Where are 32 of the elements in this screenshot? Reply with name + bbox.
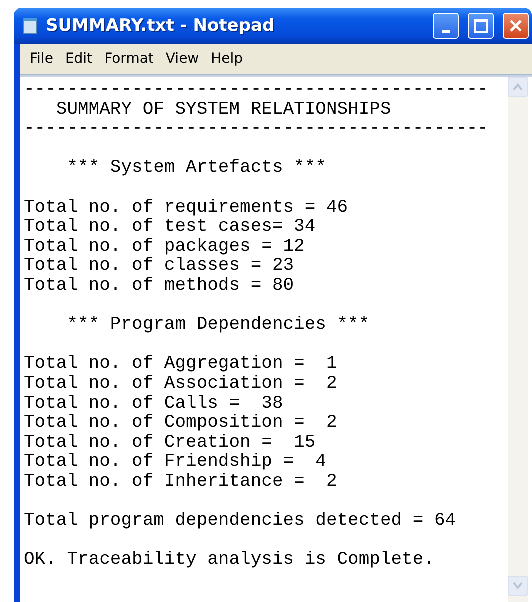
text-line: Total no. of test cases= 34 [24, 218, 317, 238]
text-line: Total no. of Composition = 2 [24, 414, 338, 434]
text-line: Total no. of requirements = 46 [24, 196, 350, 218]
text-line: Total no. of methods = 80 [24, 276, 296, 297]
text-line: Total no. of Calls = 38 [24, 394, 284, 414]
menu-item[interactable]: Help [205, 51, 250, 67]
text-line: Total no. of Association = 2 [24, 374, 338, 394]
text-line: OK. Traceability analysis is Complete. [24, 549, 436, 571]
menu-item[interactable]: File [24, 51, 60, 67]
menu-item[interactable]: Edit [59, 51, 99, 67]
text-line: ------------------------------------------- [24, 120, 490, 140]
text-line: Total no. of Friendship = 4 [24, 453, 328, 473]
menu-item[interactable]: Format [98, 51, 160, 67]
text-line: Total no. of classes = 23 [24, 257, 296, 277]
close-button[interactable] [503, 13, 529, 39]
window-title: SUMMARY.txt - Notepad [46, 16, 276, 36]
text-line: *** System Artefacts *** [66, 157, 328, 179]
maximize-button[interactable] [468, 13, 494, 39]
text-line: SUMMARY OF SYSTEM RELATIONSHIPS [55, 100, 392, 120]
text-line: Total no. of packages = 12 [24, 238, 306, 257]
text-line: Total program dependencies detected = 64 [24, 510, 458, 532]
menu-item[interactable]: View [160, 51, 206, 67]
text-line: Total no. of Creation = 15 [24, 434, 317, 453]
minimize-icon [442, 30, 450, 32]
notepad-icon [22, 17, 40, 35]
close-icon [508, 18, 524, 34]
text-line: Total no. of Aggregation = 1 [24, 353, 338, 375]
text-line: *** Program Dependencies *** [66, 314, 371, 336]
maximize-icon [473, 18, 489, 34]
text-line: ------------------------------------------- [24, 81, 490, 101]
text-line: Total no. of Inheritance = 2 [24, 472, 338, 492]
minimize-button[interactable] [433, 13, 459, 39]
